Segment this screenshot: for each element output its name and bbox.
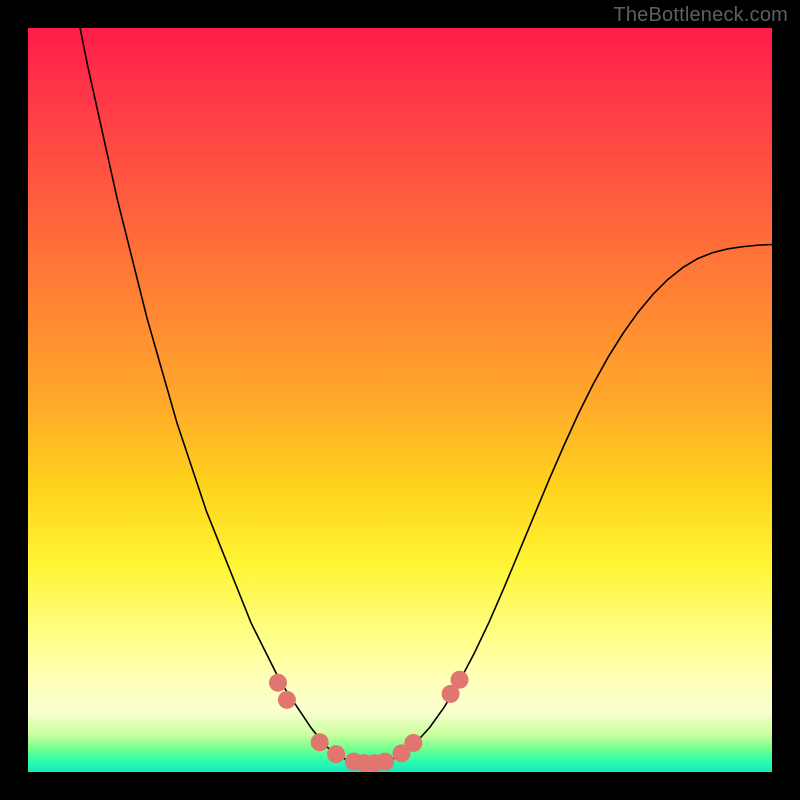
curve-marker <box>311 733 329 751</box>
bottleneck-curve <box>28 28 772 765</box>
watermark-text: TheBottleneck.com <box>613 4 788 27</box>
chart-frame: TheBottleneck.com <box>0 0 800 800</box>
curve-marker <box>376 753 394 771</box>
curve-marker <box>278 691 296 709</box>
curve-markers <box>269 671 469 772</box>
curve-layer <box>28 28 772 772</box>
plot-area <box>28 28 772 772</box>
curve-marker <box>404 734 422 752</box>
curve-marker <box>451 671 469 689</box>
curve-marker <box>269 674 287 692</box>
curve-marker <box>327 745 345 763</box>
